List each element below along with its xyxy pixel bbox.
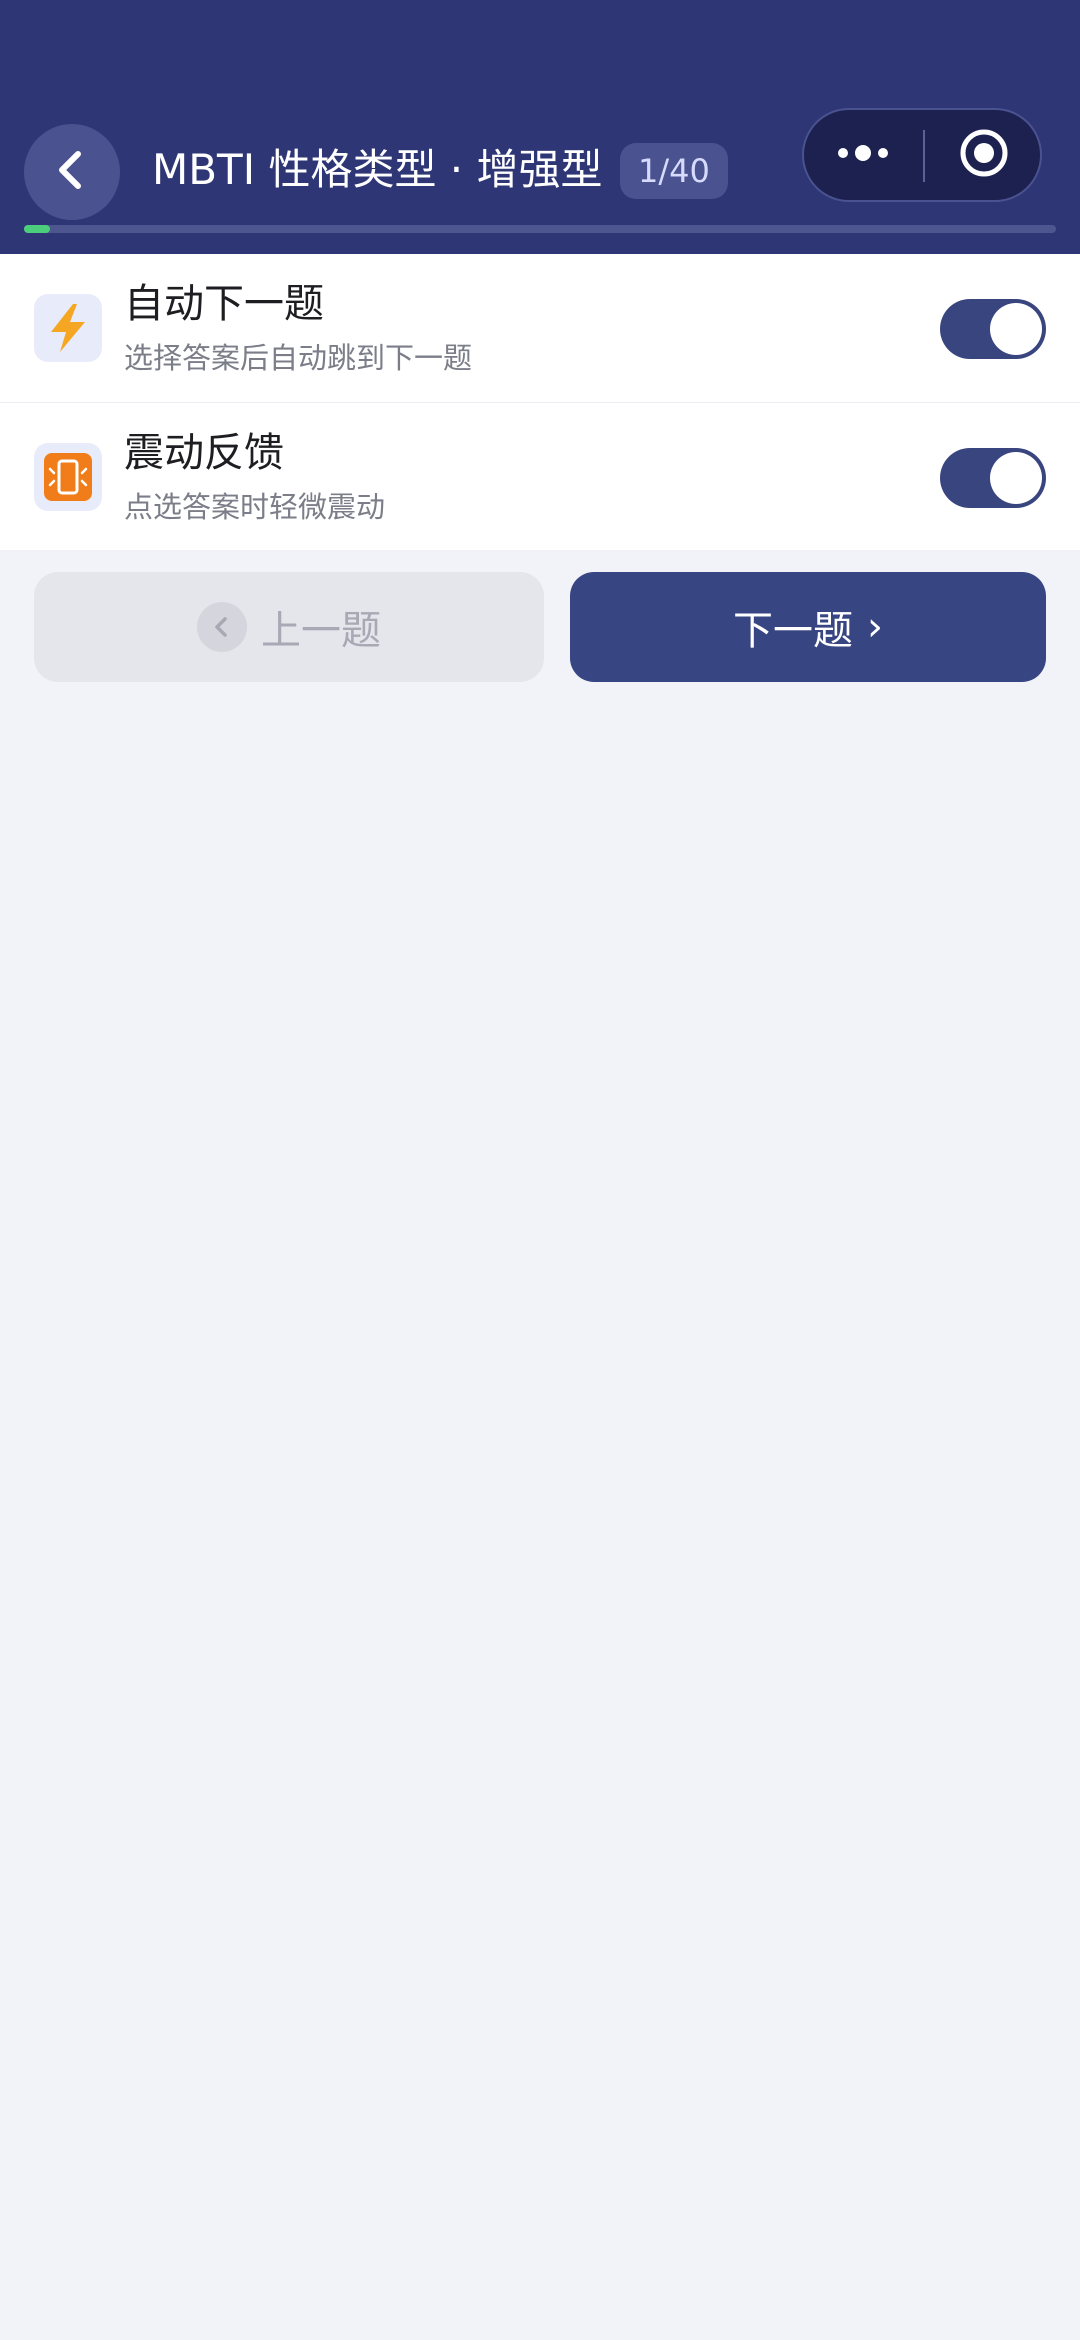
setting-row-vibration: 震动反馈 点选答案时轻微震动 [0,402,1080,550]
mini-program-capsule [802,108,1042,202]
page-title: MBTI 性格类型 · 增强型 [152,145,603,194]
setting-description: 点选答案时轻微震动 [124,490,386,524]
chevron-left-icon [197,602,247,652]
progress-bar-fill [24,225,50,233]
vibration-feedback-toggle[interactable] [940,448,1046,508]
question-counter-badge: 1/40 [620,143,728,199]
setting-description: 选择答案后自动跳到下一题 [124,341,473,375]
setting-title: 自动下一题 [124,281,324,327]
next-question-label: 下一题 [733,608,853,654]
top-navigation-bar: MBTI 性格类型 · 增强型 1/40 [0,0,1080,254]
chevron-right-icon: › [867,604,883,650]
setting-title: 震动反馈 [124,430,284,476]
more-dots-icon [835,143,891,167]
chevron-left-icon [50,148,94,196]
previous-question-label: 上一题 [261,608,381,654]
target-circle-icon [958,127,1010,183]
progress-bar [24,225,1056,233]
close-mini-program-button[interactable] [925,110,1042,200]
toggle-knob [990,303,1042,355]
back-button[interactable] [24,124,120,220]
next-question-button[interactable]: 下一题 › [570,572,1046,682]
toggle-knob [990,452,1042,504]
more-button[interactable] [804,110,922,200]
previous-question-button[interactable]: 上一题 [34,572,544,682]
phone-vibrate-icon [34,443,102,511]
auto-next-toggle[interactable] [940,299,1046,359]
setting-row-auto-next: 自动下一题 选择答案后自动跳到下一题 [0,254,1080,402]
lightning-icon [34,294,102,362]
